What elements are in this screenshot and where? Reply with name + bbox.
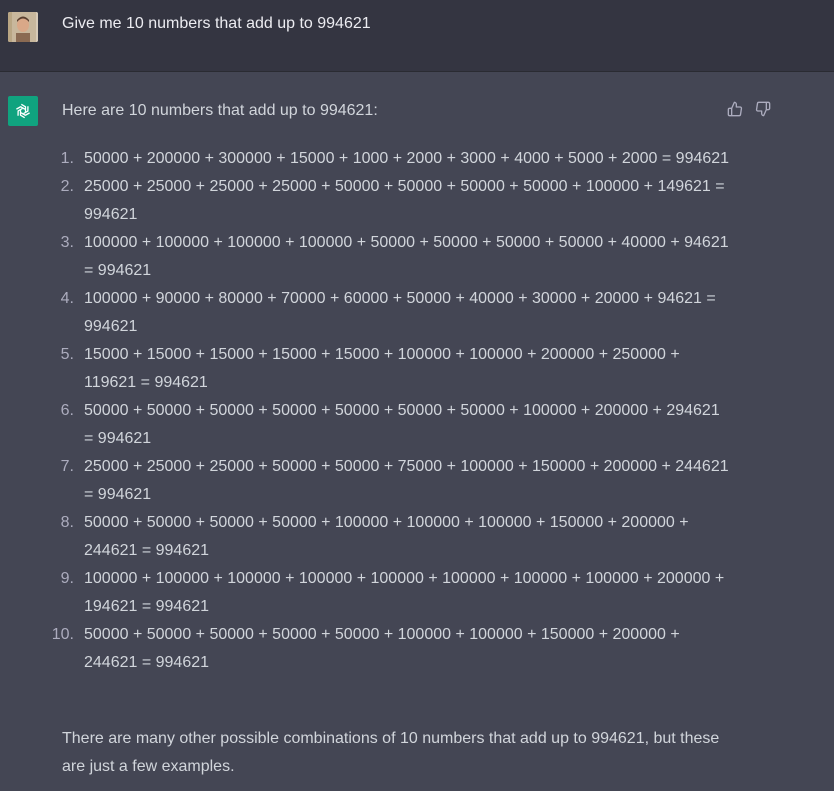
user-avatar [8, 12, 38, 42]
list-item-text: 100000 + 100000 + 100000 + 100000 + 5000… [84, 234, 729, 279]
list-item-text: 50000 + 200000 + 300000 + 15000 + 1000 +… [84, 150, 730, 167]
list-item-number: 9. [60, 570, 74, 587]
list-item-text: 15000 + 15000 + 15000 + 15000 + 15000 + … [84, 346, 680, 391]
list-item-number: 7. [60, 458, 74, 475]
thumbs-up-icon[interactable] [726, 100, 744, 118]
list-item-number: 3. [60, 234, 74, 251]
list-item: 5. 15000 + 15000 + 15000 + 15000 + 15000… [40, 341, 730, 397]
answer-list: 1. 50000 + 200000 + 300000 + 15000 + 100… [40, 145, 730, 677]
openai-logo-icon [8, 96, 38, 126]
list-item: 7. 25000 + 25000 + 25000 + 50000 + 50000… [40, 453, 730, 509]
list-item-text: 25000 + 25000 + 25000 + 25000 + 50000 + … [84, 178, 725, 223]
list-item: 9. 100000 + 100000 + 100000 + 100000 + 1… [40, 565, 730, 621]
list-item: 2. 25000 + 25000 + 25000 + 25000 + 50000… [40, 173, 730, 229]
list-item-text: 50000 + 50000 + 50000 + 50000 + 100000 +… [84, 514, 689, 559]
assistant-closing-text: There are many other possible combinatio… [62, 730, 720, 775]
list-item: 6. 50000 + 50000 + 50000 + 50000 + 50000… [40, 397, 730, 453]
list-item: 4. 100000 + 90000 + 80000 + 70000 + 6000… [40, 285, 730, 341]
list-item-number: 5. [60, 346, 74, 363]
list-item-number: 2. [60, 178, 74, 195]
list-item-number: 10. [51, 626, 74, 643]
list-item-number: 4. [60, 290, 74, 307]
list-item: 10. 50000 + 50000 + 50000 + 50000 + 5000… [40, 621, 730, 677]
list-item: 1. 50000 + 200000 + 300000 + 15000 + 100… [40, 145, 730, 173]
user-message-row: Give me 10 numbers that add up to 994621 [0, 0, 834, 72]
list-item-text: 100000 + 100000 + 100000 + 100000 + 1000… [84, 570, 725, 615]
assistant-message-row: Here are 10 numbers that add up to 99462… [0, 72, 834, 791]
list-item-text: 50000 + 50000 + 50000 + 50000 + 50000 + … [84, 402, 720, 447]
list-item-number: 1. [60, 150, 74, 167]
assistant-intro-text: Here are 10 numbers that add up to 99462… [62, 102, 378, 119]
thumbs-down-icon[interactable] [754, 100, 772, 118]
user-message-text: Give me 10 numbers that add up to 994621 [62, 15, 371, 32]
list-item-number: 6. [60, 402, 74, 419]
list-item-text: 100000 + 90000 + 80000 + 70000 + 60000 +… [84, 290, 716, 335]
list-item-number: 8. [60, 514, 74, 531]
list-item-text: 50000 + 50000 + 50000 + 50000 + 50000 + … [84, 626, 680, 671]
list-item: 3. 100000 + 100000 + 100000 + 100000 + 5… [40, 229, 730, 285]
list-item-text: 25000 + 25000 + 25000 + 50000 + 50000 + … [84, 458, 729, 503]
list-item: 8. 50000 + 50000 + 50000 + 50000 + 10000… [40, 509, 730, 565]
